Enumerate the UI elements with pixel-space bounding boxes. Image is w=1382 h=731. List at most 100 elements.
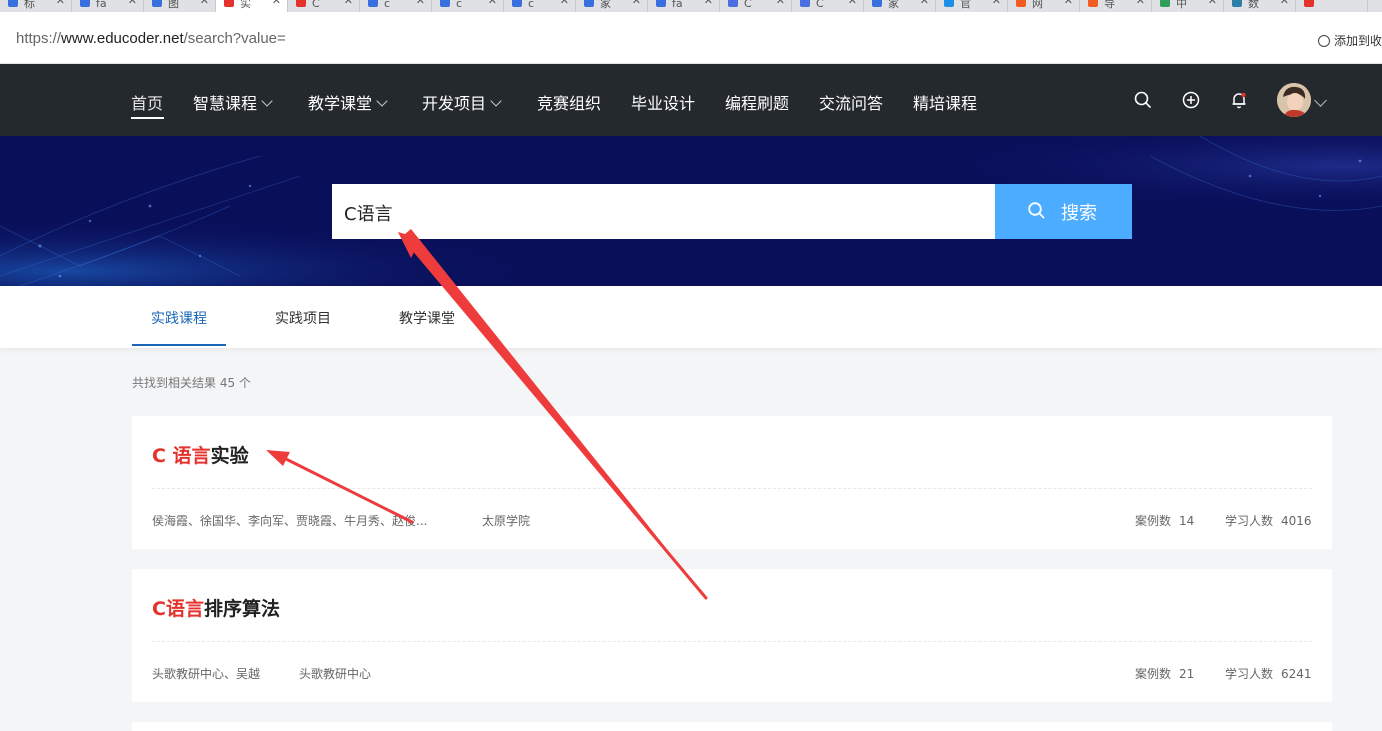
add-favorite-button[interactable]: 添加到收	[1317, 32, 1382, 49]
chevron-down-icon	[261, 95, 273, 107]
tab-favicon-icon	[584, 0, 594, 7]
result-card[interactable]: C 语言实验 侯海霞、徐国华、李向军、贾晓霞、牛月秀、赵俊... 太原学院 案例…	[132, 416, 1332, 549]
tab-favicon-icon	[8, 0, 18, 7]
tab-practice-projects[interactable]: 实践项目	[275, 308, 331, 328]
search-input[interactable]: C语言	[332, 184, 995, 239]
tab-favicon-icon	[1088, 0, 1098, 7]
chevron-down-icon[interactable]	[1314, 94, 1327, 107]
avatar-image	[1277, 83, 1311, 117]
result-authors: 侯海霞、徐国华、李向军、贾晓霞、牛月秀、赵俊...	[152, 514, 428, 528]
browser-tab[interactable]: 家 ✕	[864, 0, 936, 12]
nav-active-indicator	[131, 117, 164, 119]
browser-tab[interactable]: 中 ✕	[1152, 0, 1224, 12]
browser-tab[interactable]: 标 ✕	[0, 0, 72, 12]
url-field[interactable]: https://www.educoder.net/search?value=	[16, 30, 286, 47]
close-tab-icon[interactable]: ✕	[1064, 0, 1073, 6]
close-tab-icon[interactable]: ✕	[848, 0, 857, 6]
result-learners: 学习人数 6241	[1225, 667, 1312, 681]
browser-tab-strip: 标 ✕ fa ✕ 图 ✕ 实 ✕ C ✕ c ✕ c ✕ c ✕ 家 ✕ fa ✕ C ✕ C ✕ 家 ✕…	[0, 0, 1382, 12]
user-avatar[interactable]	[1277, 83, 1311, 117]
browser-tab[interactable]: C ✕	[720, 0, 792, 12]
search-button[interactable]: 搜索	[995, 184, 1132, 239]
browser-tab[interactable]: fa ✕	[648, 0, 720, 12]
browser-tab[interactable]: 官 ✕	[936, 0, 1008, 12]
close-tab-icon[interactable]: ✕	[776, 0, 785, 6]
close-tab-icon[interactable]: ✕	[1136, 0, 1145, 6]
add-favorite-icon	[1317, 35, 1330, 47]
divider	[152, 641, 1312, 642]
close-tab-icon[interactable]: ✕	[56, 0, 65, 6]
add-circle-icon[interactable]	[1181, 90, 1201, 110]
result-card[interactable]: C语言排序算法 头歌教研中心、吴越 头歌教研中心 案例数 21 学习人数 6241	[132, 569, 1332, 702]
tab-favicon-icon	[296, 0, 306, 7]
search-icon[interactable]	[1133, 90, 1153, 110]
tab-favicon-icon	[872, 0, 882, 7]
search-icon	[1028, 202, 1045, 219]
close-tab-icon[interactable]: ✕	[992, 0, 1001, 6]
close-tab-icon[interactable]: ✕	[1280, 0, 1289, 6]
result-school: 头歌教研中心	[299, 667, 372, 681]
close-tab-icon[interactable]: ✕	[704, 0, 713, 6]
result-title[interactable]: C语言排序算法	[152, 594, 280, 621]
tab-practice-courses[interactable]: 实践课程	[151, 308, 207, 328]
nav-item-graduation-design[interactable]: 毕业设计	[631, 90, 695, 114]
close-tab-icon[interactable]: ✕	[1208, 0, 1217, 6]
close-tab-icon[interactable]: ✕	[344, 0, 353, 6]
tab-favicon-icon	[656, 0, 666, 7]
tab-favicon-icon	[440, 0, 450, 7]
tab-favicon-icon	[1016, 0, 1026, 7]
close-tab-icon[interactable]: ✕	[272, 0, 281, 6]
browser-tab[interactable]: fa ✕	[72, 0, 144, 12]
nav-item-dev-projects[interactable]: 开发项目	[422, 90, 502, 114]
result-authors: 头歌教研中心、吴越	[152, 667, 261, 681]
result-cases: 案例数 14	[1135, 514, 1195, 528]
nav-item-classroom[interactable]: 教学课堂	[308, 90, 388, 114]
result-card[interactable]	[132, 722, 1332, 731]
browser-tab[interactable]: C ✕	[792, 0, 864, 12]
tab-favicon-icon	[1304, 0, 1314, 7]
close-tab-icon[interactable]: ✕	[200, 0, 209, 6]
tab-favicon-icon	[800, 0, 810, 7]
close-tab-icon[interactable]: ✕	[488, 0, 497, 6]
bell-icon[interactable]	[1229, 90, 1249, 110]
browser-tab[interactable]: c ✕	[504, 0, 576, 12]
close-tab-icon[interactable]: ✕	[560, 0, 569, 6]
tab-favicon-icon	[512, 0, 522, 7]
browser-tab[interactable]: C ✕	[288, 0, 360, 12]
browser-tab[interactable]: 网 ✕	[1008, 0, 1080, 12]
browser-tab-active[interactable]: 实 ✕	[216, 0, 288, 12]
tab-favicon-icon	[944, 0, 954, 7]
browser-tab[interactable]	[1296, 0, 1368, 12]
nav-item-qa[interactable]: 交流问答	[819, 90, 883, 114]
browser-tab[interactable]: 导 ✕	[1080, 0, 1152, 12]
result-tabs: 实践课程 实践项目 教学课堂	[0, 286, 1382, 348]
nav-item-home[interactable]: 首页	[131, 90, 163, 114]
address-bar: https://www.educoder.net/search?value= 添…	[0, 12, 1382, 64]
browser-tab[interactable]: 数 ✕	[1224, 0, 1296, 12]
tab-favicon-icon	[1160, 0, 1170, 7]
close-tab-icon[interactable]: ✕	[128, 0, 137, 6]
browser-tab[interactable]: 家 ✕	[576, 0, 648, 12]
tab-favicon-icon	[224, 0, 234, 7]
result-title[interactable]: C 语言实验	[152, 441, 249, 468]
nav-item-smart-course[interactable]: 智慧课程	[193, 90, 273, 114]
result-cases: 案例数 21	[1135, 667, 1195, 681]
browser-tab[interactable]: c ✕	[360, 0, 432, 12]
tab-favicon-icon	[80, 0, 90, 7]
nav-item-coding-practice[interactable]: 编程刷题	[725, 90, 789, 114]
close-tab-icon[interactable]: ✕	[632, 0, 641, 6]
close-tab-icon[interactable]: ✕	[416, 0, 425, 6]
nav-item-competitions[interactable]: 竞赛组织	[537, 90, 601, 114]
browser-tab[interactable]: 图 ✕	[144, 0, 216, 12]
result-count: 共找到相关结果 45 个	[132, 376, 251, 390]
chevron-down-icon	[376, 95, 388, 107]
close-tab-icon[interactable]: ✕	[920, 0, 929, 6]
site-navbar: 首页 智慧课程 教学课堂 开发项目 竞赛组织 毕业设计 编程刷题 交流问答 精培…	[0, 64, 1382, 136]
tab-classrooms[interactable]: 教学课堂	[399, 308, 455, 328]
tab-favicon-icon	[1232, 0, 1242, 7]
browser-tab[interactable]: c ✕	[432, 0, 504, 12]
nav-item-premium-courses[interactable]: 精培课程	[913, 90, 977, 114]
chevron-down-icon	[490, 95, 502, 107]
tab-favicon-icon	[152, 0, 162, 7]
tab-favicon-icon	[368, 0, 378, 7]
